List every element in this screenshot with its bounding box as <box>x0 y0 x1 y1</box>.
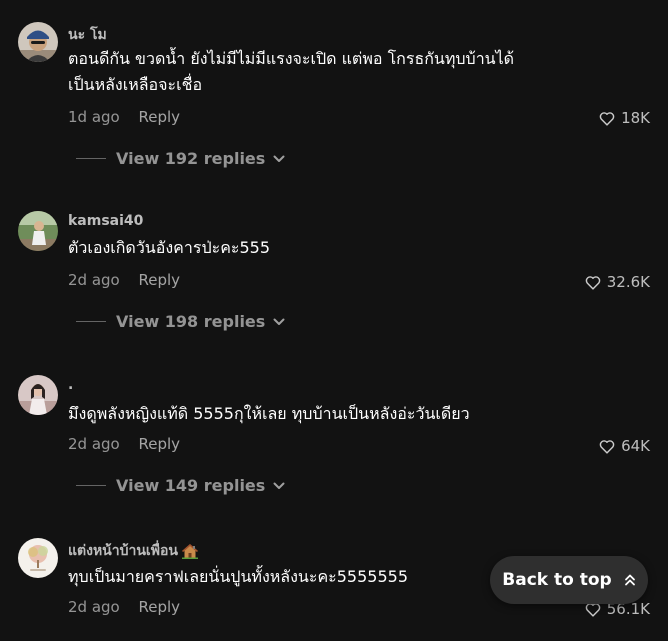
comment-time: 1d ago <box>68 108 120 126</box>
back-to-top-label: Back to top <box>502 570 612 590</box>
reply-button[interactable]: Reply <box>139 271 181 289</box>
avatar[interactable] <box>18 211 58 251</box>
chevron-down-icon <box>273 155 285 162</box>
view-replies-button[interactable]: View 198 replies <box>76 312 285 331</box>
person-photo-avatar <box>18 375 58 415</box>
chevron-down-icon <box>273 318 285 325</box>
comment-meta: 2d ago Reply <box>68 598 180 616</box>
comment-username[interactable]: นะ โม <box>68 24 107 46</box>
person-cap-avatar <box>18 22 58 62</box>
heart-icon <box>585 275 601 290</box>
person-outdoor-avatar <box>18 211 58 251</box>
like-count: 64K <box>621 437 650 455</box>
comment-username[interactable]: kamsai40 <box>68 213 143 229</box>
comment-meta: 1d ago Reply <box>68 108 180 126</box>
divider-line <box>76 321 106 322</box>
username-label: kamsai40 <box>68 213 144 229</box>
heart-icon <box>599 111 615 126</box>
view-replies-button[interactable]: View 192 replies <box>76 149 285 168</box>
like-count: 18K <box>621 109 650 127</box>
comment-list: นะ โม ตอนดีกัน ขวดน้ำ ยังไม่มีไม่มีแรงจะ… <box>0 0 668 641</box>
comment-text-line: ตัวเองเกิดวันอังคารป่ะคะ555 <box>68 238 271 257</box>
heart-icon <box>599 439 615 454</box>
divider-line <box>76 158 106 159</box>
reply-button[interactable]: Reply <box>139 598 181 616</box>
reply-button[interactable]: Reply <box>139 435 181 453</box>
divider-line <box>76 485 106 486</box>
tree-logo-avatar <box>18 538 58 578</box>
comment-meta: 2d ago Reply <box>68 435 180 453</box>
view-replies-label: View 149 replies <box>116 476 266 495</box>
comment-time: 2d ago <box>68 271 120 289</box>
comment-text: ตอนดีกัน ขวดน้ำ ยังไม่มีไม่มีแรงจะเปิด แ… <box>68 46 568 98</box>
view-replies-label: View 198 replies <box>116 312 266 331</box>
double-chevron-up-icon <box>624 574 635 586</box>
comment-username[interactable]: แต่งหน้าบ้านเพื่อน <box>68 540 198 562</box>
chevron-down-icon <box>273 482 285 489</box>
username-label: นะ โม <box>68 27 107 43</box>
comment-text: ตัวเองเกิดวันอังคารป่ะคะ555 <box>68 235 568 261</box>
comment-username[interactable]: . <box>68 377 73 393</box>
comment-text-line: ตอนดีกัน ขวดน้ำ ยังไม่มีไม่มีแรงจะเปิด แ… <box>68 49 515 68</box>
comment-time: 2d ago <box>68 435 120 453</box>
comment-text-line: เป็นหลังเหลือจะเชื่อ <box>68 75 203 94</box>
username-label: แต่งหน้าบ้านเพื่อน <box>68 543 178 559</box>
like-count: 32.6K <box>606 273 650 291</box>
reply-button[interactable]: Reply <box>139 108 181 126</box>
avatar[interactable] <box>18 538 58 578</box>
comment-time: 2d ago <box>68 598 120 616</box>
username-label: . <box>68 377 74 393</box>
avatar[interactable] <box>18 375 58 415</box>
view-replies-label: View 192 replies <box>116 149 266 168</box>
like-button[interactable]: 64K <box>599 437 650 455</box>
like-button[interactable]: 18K <box>599 109 650 127</box>
comment-meta: 2d ago Reply <box>68 271 180 289</box>
avatar[interactable] <box>18 22 58 62</box>
view-replies-button[interactable]: View 149 replies <box>76 476 285 495</box>
house-emoji-icon <box>181 543 198 559</box>
like-button[interactable]: 32.6K <box>585 273 650 291</box>
back-to-top-button[interactable]: Back to top <box>490 556 648 604</box>
comment-text: มึงดูพลังหญิงแท้ดิ 5555กุให้เลย ทุบบ้านเ… <box>68 401 568 427</box>
comment-text-line: มึงดูพลังหญิงแท้ดิ 5555กุให้เลย ทุบบ้านเ… <box>68 404 470 423</box>
